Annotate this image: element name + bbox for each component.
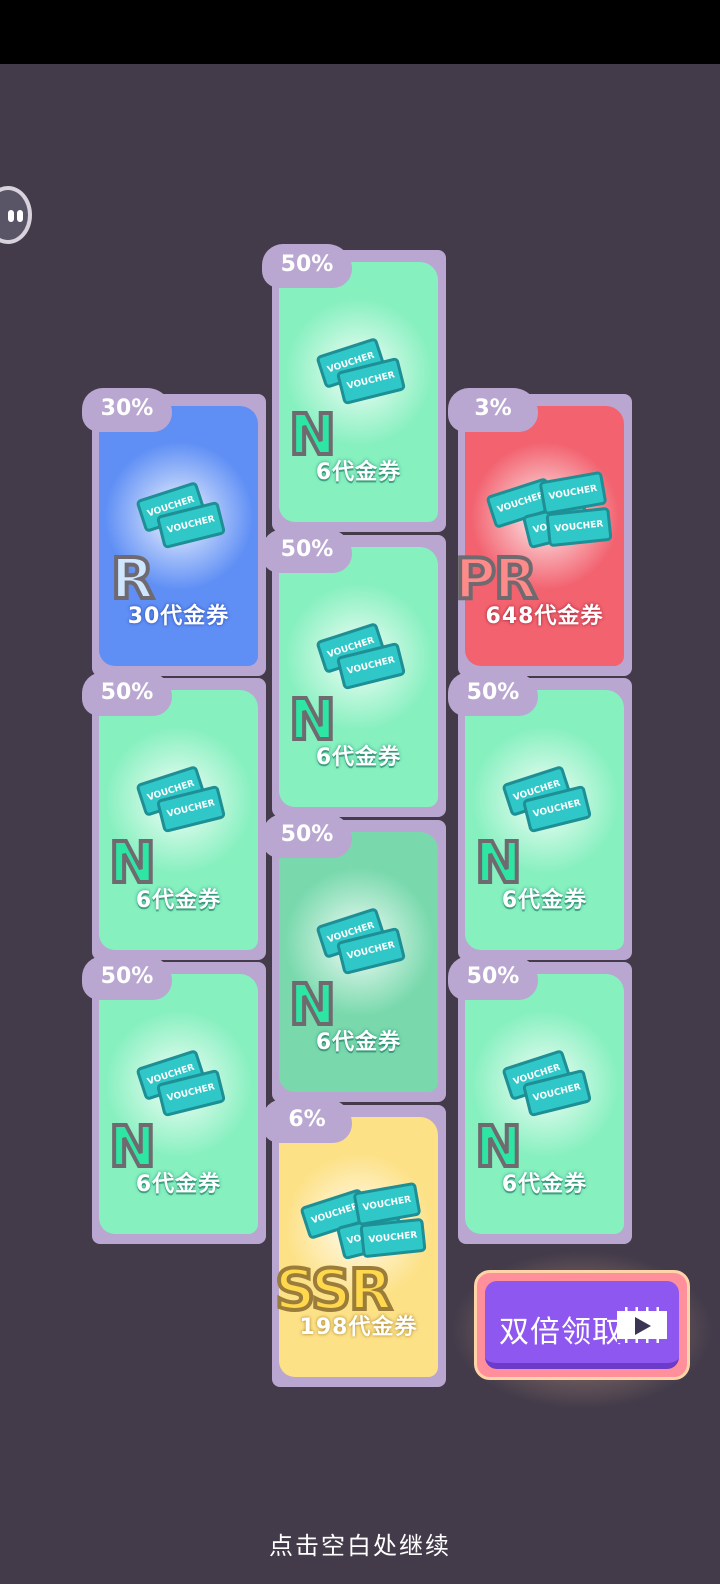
prize-label: 30代金券 — [127, 604, 230, 629]
eye-icon — [8, 210, 14, 222]
card-face: VOUCHER VOUCHER R 30代金券 — [99, 406, 258, 666]
card-face: VOUCHER VOUCHER N 6代金券 — [99, 690, 258, 950]
prize-label: 6代金券 — [135, 1172, 222, 1197]
prize-label: 6代金券 — [135, 888, 222, 913]
double-claim-label: 双倍领取 — [499, 1315, 623, 1350]
probability-badge: 50% — [262, 529, 352, 573]
card-ssr[interactable]: VOUCHERVOUCHERVOUCHERVOUCHERSSR198代金券6% — [262, 1099, 446, 1387]
card-pr[interactable]: VOUCHERVOUCHERVOUCHERVOUCHERPR648代金券3% — [448, 388, 632, 676]
side-menu-handle[interactable] — [0, 186, 32, 244]
prize-label: 6代金券 — [501, 1172, 588, 1197]
probability-badge: 6% — [262, 1099, 352, 1143]
prize-label: 648代金券 — [485, 604, 604, 629]
probability-badge: 50% — [448, 672, 538, 716]
card-face: VOUCHER VOUCHER N 6代金券 — [465, 974, 624, 1234]
card-r[interactable]: VOUCHER VOUCHER R 30代金券 30% — [82, 388, 266, 676]
probability-badge: 50% — [82, 956, 172, 1000]
card-face: VOUCHER VOUCHER N 6代金券 — [279, 547, 438, 807]
card-face: VOUCHER VOUCHER N 6代金券 — [99, 974, 258, 1234]
card-n-mid-center[interactable]: VOUCHER VOUCHER N 6代金券 50% — [262, 529, 446, 817]
card-n-lower-center[interactable]: VOUCHER VOUCHER N 6代金券 50% — [262, 814, 446, 1102]
card-face: VOUCHERVOUCHERVOUCHERVOUCHERPR648代金券 — [453, 406, 624, 666]
prize-label: 6代金券 — [315, 1030, 402, 1055]
card-n-bottom-left[interactable]: VOUCHER VOUCHER N 6代金券 50% — [82, 956, 266, 1244]
card-face: VOUCHER VOUCHER N 6代金券 — [279, 262, 438, 522]
tap-to-continue-hint[interactable]: 点击空白处继续 — [0, 1526, 720, 1561]
probability-badge: 30% — [82, 388, 172, 432]
card-n-mid-left[interactable]: VOUCHER VOUCHER N 6代金券 50% — [82, 672, 266, 960]
probability-badge: 3% — [448, 388, 538, 432]
probability-badge: 50% — [82, 672, 172, 716]
double-claim-button-face: 双倍领取 — [485, 1281, 679, 1369]
card-face: VOUCHER VOUCHER N 6代金券 — [465, 690, 624, 950]
probability-badge: 50% — [448, 956, 538, 1000]
double-claim-area: 双倍领取 — [450, 1250, 714, 1410]
card-n-top[interactable]: VOUCHER VOUCHER N 6代金券 50% — [262, 244, 446, 532]
status-bar — [0, 0, 720, 64]
prize-label: 6代金券 — [501, 888, 588, 913]
prize-label: 6代金券 — [315, 745, 402, 770]
double-claim-button[interactable]: 双倍领取 — [474, 1270, 690, 1380]
video-play-icon — [617, 1307, 667, 1343]
prize-label: 198代金券 — [299, 1315, 418, 1340]
card-face: VOUCHERVOUCHERVOUCHERVOUCHERSSR198代金券 — [273, 1117, 438, 1377]
probability-badge: 50% — [262, 814, 352, 858]
probability-badge: 50% — [262, 244, 352, 288]
card-n-bottom-right[interactable]: VOUCHER VOUCHER N 6代金券 50% — [448, 956, 632, 1244]
card-face: VOUCHER VOUCHER N 6代金券 — [279, 832, 438, 1092]
eye-icon — [17, 210, 23, 222]
prize-label: 6代金券 — [315, 460, 402, 485]
card-n-mid-right[interactable]: VOUCHER VOUCHER N 6代金券 50% — [448, 672, 632, 960]
